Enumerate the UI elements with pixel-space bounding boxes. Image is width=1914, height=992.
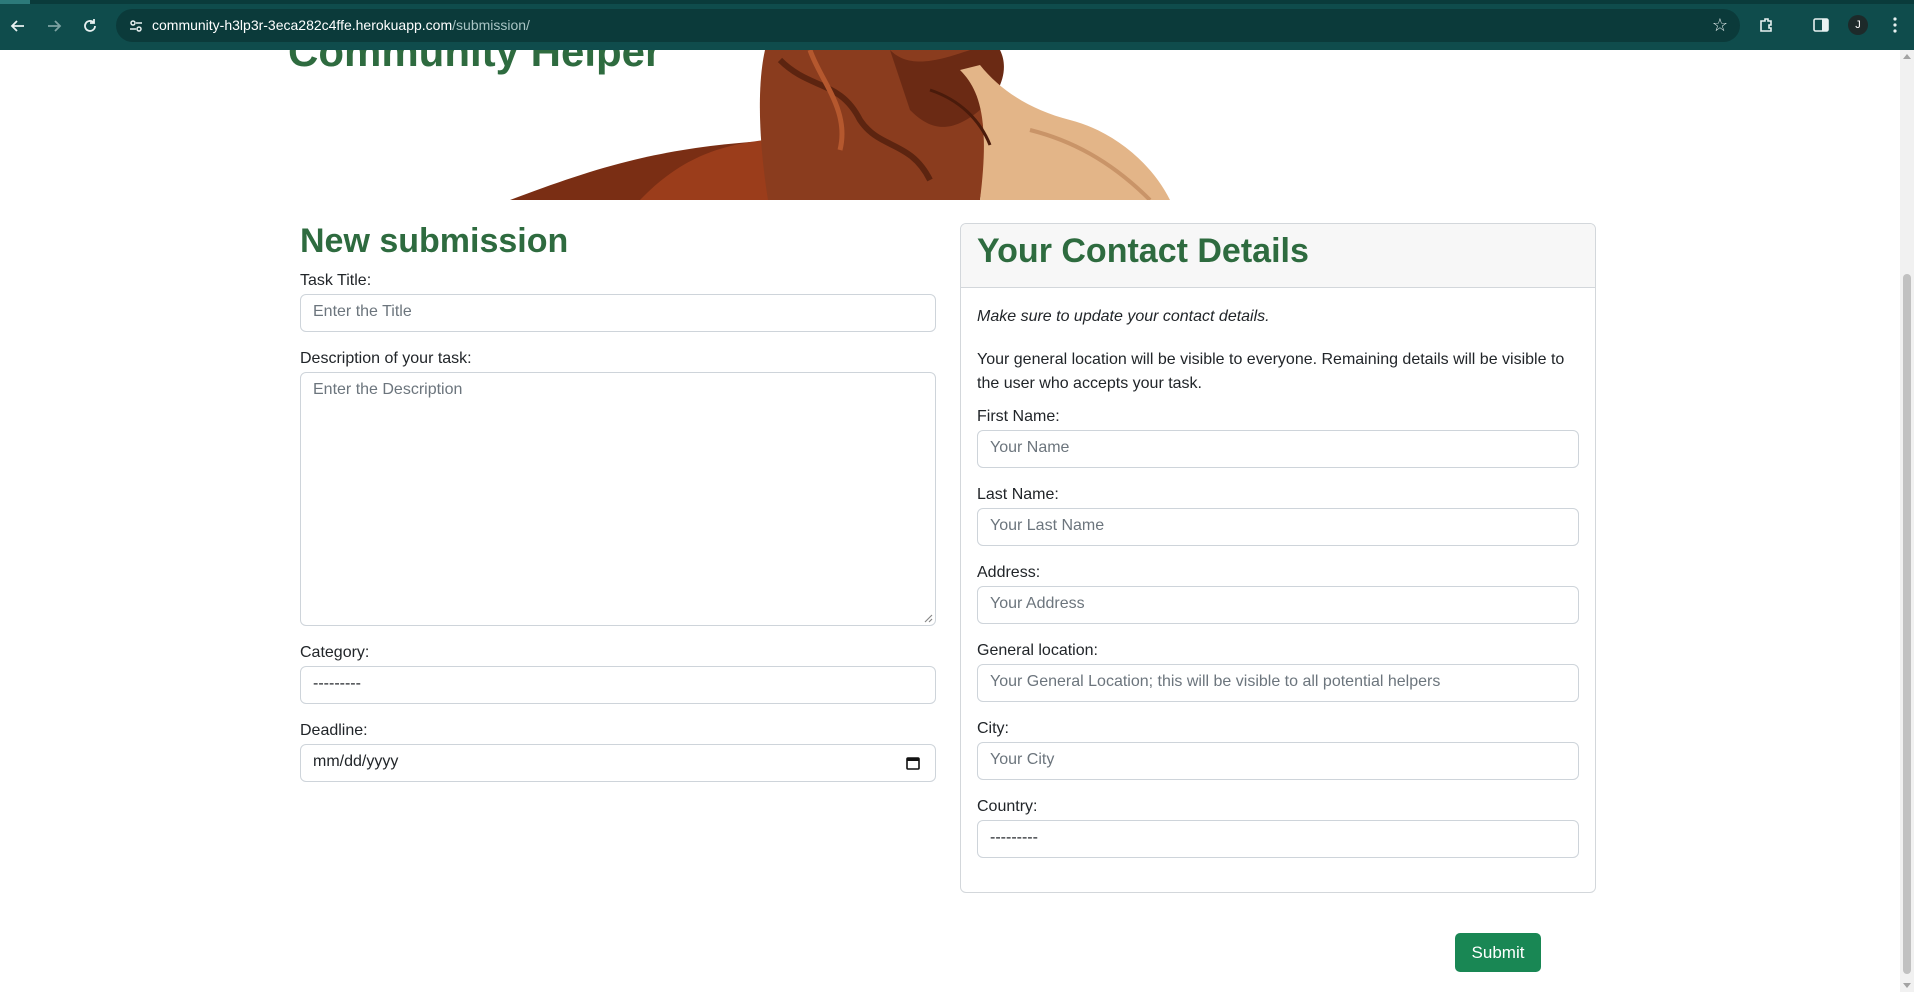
contact-details-card: Your Contact Details Make sure to update…: [960, 223, 1596, 893]
resize-grip-icon[interactable]: [923, 613, 933, 623]
city-input[interactable]: Your City: [977, 742, 1579, 780]
country-label: Country:: [977, 798, 1038, 815]
category-label: Category:: [300, 644, 370, 661]
city-label: City:: [977, 720, 1009, 737]
submit-button[interactable]: Submit: [1455, 933, 1541, 972]
bookmark-star-icon[interactable]: ☆: [1712, 15, 1728, 36]
description-textarea[interactable]: Enter the Description: [300, 372, 936, 626]
task-title-label: Task Title:: [300, 272, 372, 289]
page-viewport: Community Helper New submission Task Tit…: [0, 50, 1900, 992]
country-select[interactable]: ---------: [977, 820, 1579, 858]
category-select[interactable]: ---------: [300, 666, 936, 704]
first-name-input[interactable]: Your Name: [977, 430, 1579, 468]
more-menu-icon[interactable]: [1884, 14, 1906, 36]
forward-button[interactable]: [42, 14, 66, 38]
browser-toolbar: community-h3lp3r-3eca282c4ffe.herokuapp.…: [0, 0, 1914, 50]
description-label: Description of your task:: [300, 350, 472, 367]
extensions-icon[interactable]: [1756, 14, 1778, 36]
tab-strip: [0, 0, 1914, 4]
contact-card-header: Your Contact Details: [961, 224, 1595, 288]
new-submission-heading: New submission: [300, 222, 569, 260]
address-input[interactable]: Your Address: [977, 586, 1579, 624]
address-bar[interactable]: community-h3lp3r-3eca282c4ffe.herokuapp.…: [116, 9, 1740, 42]
scroll-down-arrow-icon[interactable]: [1903, 983, 1911, 988]
address-label: Address:: [977, 564, 1041, 581]
deadline-label: Deadline:: [300, 722, 368, 739]
deadline-value: mm/dd/yyyy: [313, 753, 399, 770]
hero-hands-image: [510, 50, 1170, 200]
general-location-input[interactable]: Your General Location; this will be visi…: [977, 664, 1579, 702]
last-name-label: Last Name:: [977, 486, 1059, 503]
url-text[interactable]: community-h3lp3r-3eca282c4ffe.herokuapp.…: [152, 17, 530, 33]
general-location-label: General location:: [977, 642, 1098, 659]
profile-avatar[interactable]: J: [1848, 15, 1868, 35]
contact-note: Make sure to update your contact details…: [977, 308, 1270, 325]
task-title-input[interactable]: Enter the Title: [300, 294, 936, 332]
contact-details-heading: Your Contact Details: [977, 232, 1309, 270]
arrow-right-icon: [48, 20, 62, 32]
first-name-label: First Name:: [977, 408, 1060, 425]
last-name-input[interactable]: Your Last Name: [977, 508, 1579, 546]
calendar-icon[interactable]: [905, 755, 921, 771]
deadline-input[interactable]: mm/dd/yyyy: [300, 744, 936, 782]
description-placeholder: Enter the Description: [313, 381, 463, 398]
site-settings-icon[interactable]: [128, 18, 144, 34]
scrollbar-thumb[interactable]: [1903, 274, 1911, 974]
reload-icon: [84, 19, 96, 32]
arrow-left-icon: [10, 20, 24, 32]
back-button[interactable]: [6, 14, 30, 38]
page-scrollbar[interactable]: [1900, 50, 1914, 992]
contact-visibility-info: Your general location will be visible to…: [977, 351, 1565, 392]
reload-button[interactable]: [78, 14, 102, 38]
scroll-up-arrow-icon[interactable]: [1903, 54, 1911, 59]
side-panel-icon[interactable]: [1810, 14, 1832, 36]
url-host: community-h3lp3r-3eca282c4ffe.herokuapp.…: [152, 17, 453, 33]
url-path: /submission/: [452, 17, 530, 33]
active-tab-indicator[interactable]: [0, 0, 30, 4]
